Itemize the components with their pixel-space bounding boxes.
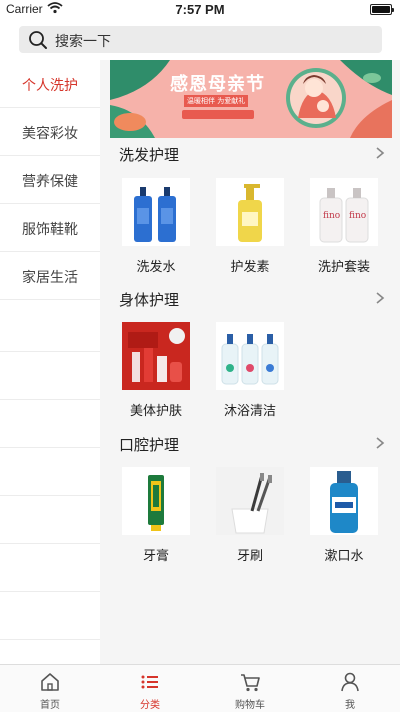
section-title-oral-care: 口腔护理 [119,436,180,454]
sidebar-item-health[interactable]: 营养保健 [0,156,100,204]
skincare-image [122,322,190,390]
toothbrush-image [216,467,284,535]
divider [0,399,100,400]
product-name[interactable]: 沐浴清洁 [205,400,295,419]
product-thumb-conditioner[interactable] [216,178,284,246]
tab-label: 我 [345,700,355,711]
svg-text:fino: fino [323,211,340,221]
sidebar-item-label: 服饰鞋靴 [22,222,78,238]
chevron-right-icon[interactable] [375,291,385,305]
divider [0,591,100,592]
home-icon [41,673,59,691]
divider [0,447,100,448]
list-icon [141,675,158,689]
product-thumb-bodywash[interactable] [216,322,284,390]
tab-category[interactable]: 分类 [100,665,200,712]
section-title-body-care: 身体护理 [119,291,180,309]
sidebar-item-label: 营养保健 [22,174,78,190]
sidebar-item-home[interactable]: 家居生活 [0,252,100,300]
search-placeholder: 搜索一下 [55,34,111,50]
banner-title: 感恩母亲节 [170,74,265,95]
divider [0,495,100,496]
product-name[interactable]: 牙刷 [205,545,295,564]
product-name[interactable]: 牙膏 [111,545,201,564]
mothers-day-banner[interactable]: 感恩母亲节 温暖相伴 为爱献礼 [110,60,392,138]
svg-text:fino: fino [349,211,366,221]
mouthwash-image [330,471,358,533]
sidebar-item-beauty[interactable]: 美容彩妆 [0,108,100,156]
section-title-hair-care: 洗发护理 [119,146,180,164]
toothpaste-image [148,475,164,531]
cart-icon [241,674,260,692]
tab-label: 购物车 [235,700,265,711]
chevron-right-icon[interactable] [375,146,385,160]
shampoo-image [134,187,176,242]
tab-label: 分类 [140,700,160,711]
sidebar-item-label: 家居生活 [22,270,78,286]
product-name[interactable]: 美体护肤 [111,400,201,419]
search-icon [29,31,47,49]
tab-home[interactable]: 首页 [0,665,100,712]
tab-cart[interactable]: 购物车 [200,665,300,712]
product-thumb-mouthwash[interactable] [310,467,378,535]
product-thumb-toothpaste[interactable] [122,467,190,535]
category-content: 感恩母亲节 温暖相伴 为爱献礼 洗发护理 洗发水 护发素 fino fino 洗… [100,60,400,664]
search-bar[interactable]: 搜索一下 [19,26,382,53]
care-set-image: fino fino [319,188,369,243]
product-name[interactable]: 漱口水 [299,545,389,564]
product-thumb-toothbrush[interactable] [216,467,284,535]
chevron-right-icon[interactable] [375,436,385,450]
divider [0,639,100,640]
category-sidebar: 个人洗护 美容彩妆 营养保健 服饰鞋靴 家居生活 [0,60,100,664]
product-name[interactable]: 洗护套装 [299,256,389,275]
product-thumb-shampoo[interactable] [122,178,190,246]
tab-label: 首页 [40,700,60,711]
sidebar-item-label: 美容彩妆 [22,126,78,142]
sidebar-item-personal-care[interactable]: 个人洗护 [0,60,100,108]
tab-me[interactable]: 我 [300,665,400,712]
sidebar-item-apparel[interactable]: 服饰鞋靴 [0,204,100,252]
banner-subtitle: 温暖相伴 为爱献礼 [184,95,249,107]
bodywash-image [221,334,279,385]
tab-bar: 首页 分类 购物车 我 [0,664,400,712]
divider [0,543,100,544]
sidebar-item-label: 个人洗护 [22,78,78,94]
product-name[interactable]: 护发素 [205,256,295,275]
product-thumb-skincare[interactable] [122,322,190,390]
user-icon [341,672,359,692]
clock: 7:57 PM [175,2,225,17]
product-thumb-care-set[interactable]: fino fino [310,178,378,246]
conditioner-image [238,184,262,242]
product-name[interactable]: 洗发水 [111,256,201,275]
battery-icon [370,4,394,15]
status-bar: Carrier 7:57 PM [0,0,400,20]
divider [0,351,100,352]
